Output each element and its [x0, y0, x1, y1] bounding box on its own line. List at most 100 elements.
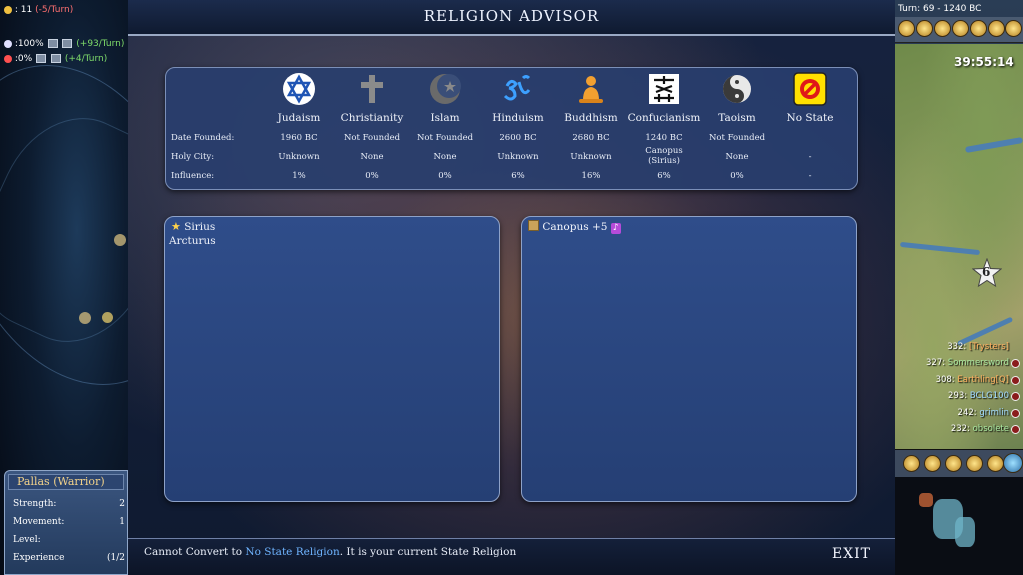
advisor-title: RELIGION ADVISOR [423, 7, 600, 25]
decrease-button[interactable] [62, 39, 73, 48]
advisor-header: RELIGION ADVISOR [128, 0, 895, 36]
advisor-button[interactable] [970, 20, 987, 37]
culture-rate: (+4/Turn) [64, 54, 108, 64]
influence-cell: 16% [581, 171, 601, 181]
advisor-button[interactable] [898, 20, 915, 37]
religion-column-hinduism[interactable]: Hinduism [480, 72, 556, 124]
player-name[interactable]: [Trysters] [969, 342, 1009, 352]
city-name[interactable]: Sirius [184, 221, 215, 233]
religion-column-christianity[interactable]: Christianity [334, 72, 410, 124]
religion-name: No State [786, 112, 834, 124]
science-readout: :100% (+93/Turn) [4, 39, 124, 49]
row-label-influence: Influence: [171, 171, 215, 181]
influence-cell: 0% [365, 171, 379, 181]
row-label-holy-city: Holy City: [171, 152, 215, 162]
minimap[interactable] [895, 477, 1023, 575]
score-value: 293: [948, 391, 968, 401]
exit-button[interactable]: EXIT [832, 546, 871, 562]
influence-cell: 0% [730, 171, 744, 181]
city-list-item[interactable]: Arcturus [169, 235, 216, 247]
gold-rate: (-5/Turn) [35, 5, 74, 15]
gold-icon [4, 5, 12, 14]
religion-table: Judaism Christianity Islam Hinduism Budd… [165, 67, 858, 190]
advisor-button[interactable] [934, 20, 951, 37]
increase-button[interactable] [36, 54, 47, 63]
religion-column-buddhism[interactable]: Buddhism [553, 72, 629, 124]
player-name[interactable]: Sommersword [948, 358, 1009, 368]
yin-yang-icon[interactable] [720, 72, 754, 106]
religion-column-no-state[interactable]: No State [772, 72, 848, 124]
gold-value: : 11 [14, 5, 33, 15]
score-value: 308: [935, 375, 955, 385]
score-row[interactable]: 242: grimlin [958, 408, 1009, 418]
player-name[interactable]: grimlin [979, 408, 1009, 418]
science-icon [4, 39, 12, 48]
war-status-icon [1011, 392, 1020, 401]
founded-cell: Not Founded [708, 133, 766, 143]
river [964, 137, 1023, 153]
unit-stat-value: 1 [119, 517, 125, 527]
minimap-city [919, 493, 933, 507]
map-feature [79, 312, 91, 324]
advisor-button[interactable] [988, 20, 1005, 37]
main-map[interactable] [895, 44, 1023, 449]
score-row[interactable]: 327: Sommersword [926, 358, 1009, 368]
founded-cell: Not Founded [416, 133, 474, 143]
player-name[interactable]: Earthling[Q] [957, 375, 1009, 385]
city-header[interactable]: Canopus +5 ♪ [528, 220, 621, 234]
map-control-button[interactable] [945, 455, 962, 472]
advisor-button[interactable] [916, 20, 933, 37]
war-status-icon [1011, 359, 1020, 368]
turn-label: Turn: 69 - 1240 BC [898, 4, 982, 14]
advisor-footer: Cannot Convert to No State Religion. It … [128, 538, 895, 575]
map-control-button[interactable] [966, 455, 983, 472]
city-header[interactable]: ★ Sirius [171, 220, 215, 233]
confucian-glyph-icon[interactable] [647, 72, 681, 106]
unit-stat-label: Level: [13, 535, 41, 545]
religion-name: Taoism [718, 112, 756, 124]
religion-advisor-screen: RELIGION ADVISOR Judaism Christianity Is… [128, 0, 895, 575]
globe-icon[interactable] [1003, 453, 1023, 473]
influence-cell: 6% [657, 171, 671, 181]
player-name[interactable]: obsolete [973, 424, 1009, 434]
advisor-button-bar [895, 17, 1023, 43]
religion-column-taoism[interactable]: Taoism [699, 72, 775, 124]
religion-column-islam[interactable]: Islam [407, 72, 483, 124]
star-of-david-icon[interactable] [282, 72, 316, 106]
founded-cell: 1960 BC [280, 133, 318, 143]
score-value: 232: [950, 424, 970, 434]
culture-bonus: +5 [591, 221, 608, 233]
cross-icon[interactable] [355, 72, 389, 106]
city-name[interactable]: Canopus [542, 221, 588, 233]
religion-name: Islam [430, 112, 460, 124]
map-control-button[interactable] [903, 455, 920, 472]
unit-stat-value: (1/2 [107, 553, 125, 563]
building-icon [528, 220, 539, 231]
crescent-icon[interactable] [428, 72, 462, 106]
religion-column-judaism[interactable]: Judaism [261, 72, 337, 124]
score-row[interactable]: 332: [Trysters] [947, 342, 1009, 352]
status-highlight: No State Religion [245, 546, 340, 558]
decrease-button[interactable] [50, 54, 61, 63]
holy-city-cell: None [360, 152, 384, 162]
map-control-bar [895, 449, 1023, 477]
no-state-icon[interactable] [793, 72, 827, 106]
map-control-button[interactable] [987, 455, 1004, 472]
influence-cell: 6% [511, 171, 525, 181]
om-icon[interactable] [501, 72, 535, 106]
cities-panel-right[interactable]: Canopus +5 ♪ [521, 216, 857, 502]
status-prefix: Cannot Convert to [144, 546, 246, 558]
map-control-button[interactable] [924, 455, 941, 472]
increase-button[interactable] [47, 39, 58, 48]
score-row[interactable]: 232: obsolete [951, 424, 1009, 434]
advisor-button[interactable] [952, 20, 969, 37]
score-row[interactable]: 308: Earthling[Q] [936, 375, 1009, 385]
cities-panel-left[interactable]: ★ Sirius Arcturus [164, 216, 500, 502]
score-row[interactable]: 293: BCLG100 [948, 391, 1009, 401]
religion-column-confucianism[interactable]: Confucianism [626, 72, 702, 124]
player-name[interactable]: BCLG100 [970, 391, 1009, 401]
war-status-icon [1011, 409, 1020, 418]
buddha-icon[interactable] [574, 72, 608, 106]
advisor-button[interactable] [1005, 20, 1022, 37]
founded-cell: Not Founded [343, 133, 401, 143]
